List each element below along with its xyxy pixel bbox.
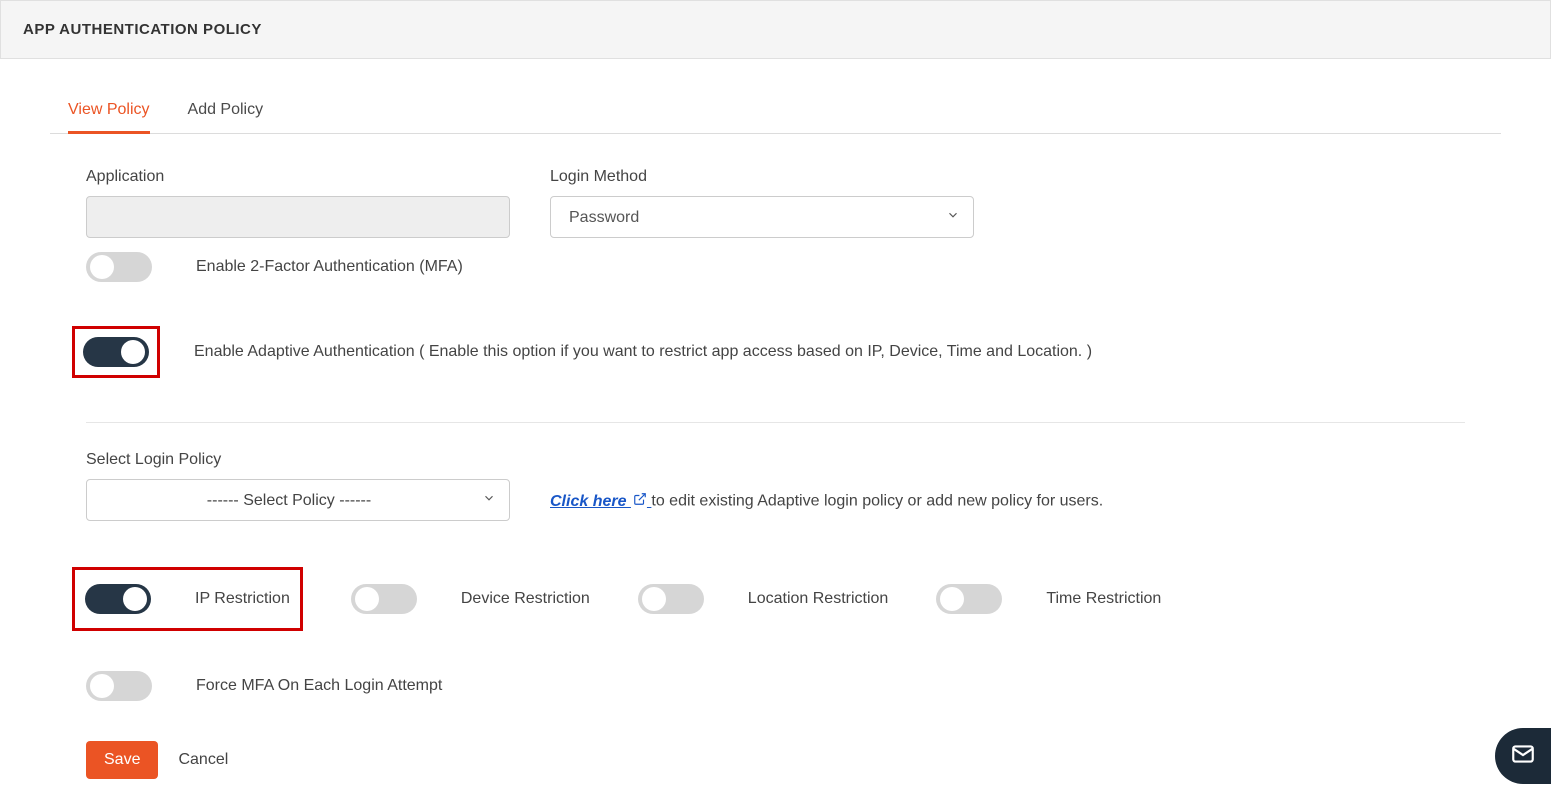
save-button[interactable]: Save [86, 741, 158, 779]
login-method-label: Login Method [550, 168, 974, 186]
login-policy-hint-text: to edit existing Adaptive login policy o… [651, 493, 1103, 510]
login-policy-select[interactable]: ------ Select Policy ------ [86, 479, 510, 521]
location-restriction-toggle[interactable] [638, 584, 704, 614]
login-method-field: Login Method Password [550, 168, 974, 238]
mfa-toggle-label: Enable 2-Factor Authentication (MFA) [196, 258, 463, 276]
mail-icon [1510, 741, 1536, 771]
main-content: View Policy Add Policy Application Login… [0, 59, 1551, 809]
login-policy-label: Select Login Policy [86, 451, 510, 469]
device-restriction-item: Device Restriction [351, 584, 590, 614]
adaptive-toggle-highlight [72, 326, 160, 378]
application-input[interactable] [86, 196, 510, 238]
adaptive-auth-label: Enable Adaptive Authentication ( Enable … [194, 343, 1092, 361]
external-link-icon [633, 492, 647, 511]
mfa-toggle-row: Enable 2-Factor Authentication (MFA) [50, 252, 1501, 282]
mfa-toggle[interactable] [86, 252, 152, 282]
restrictions-row: IP Restriction Device Restriction Locati… [50, 567, 1501, 631]
force-mfa-label: Force MFA On Each Login Attempt [196, 677, 442, 695]
actions-row: Save Cancel [50, 741, 1501, 779]
tab-view-policy[interactable]: View Policy [68, 89, 150, 133]
force-mfa-toggle[interactable] [86, 671, 152, 701]
section-divider [86, 422, 1465, 423]
time-restriction-item: Time Restriction [936, 584, 1161, 614]
page-header: APP AUTHENTICATION POLICY [0, 0, 1551, 59]
device-restriction-toggle[interactable] [351, 584, 417, 614]
login-policy-hint: Click here to edit existing Adaptive log… [550, 492, 1103, 521]
login-method-select[interactable]: Password [550, 196, 974, 238]
time-restriction-label: Time Restriction [1046, 590, 1161, 608]
location-restriction-item: Location Restriction [638, 584, 889, 614]
application-field: Application [86, 168, 510, 238]
ip-restriction-toggle[interactable] [85, 584, 151, 614]
adaptive-auth-row: Enable Adaptive Authentication ( Enable … [50, 326, 1501, 378]
login-policy-row: Select Login Policy ------ Select Policy… [50, 451, 1501, 521]
device-restriction-label: Device Restriction [461, 590, 590, 608]
force-mfa-row: Force MFA On Each Login Attempt [50, 671, 1501, 701]
application-label: Application [86, 168, 510, 186]
click-here-link[interactable]: Click here [550, 493, 651, 510]
click-here-text: Click here [550, 493, 626, 510]
adaptive-auth-toggle[interactable] [83, 337, 149, 367]
location-restriction-label: Location Restriction [748, 590, 889, 608]
ip-restriction-label: IP Restriction [195, 590, 290, 608]
ip-restriction-highlight: IP Restriction [72, 567, 303, 631]
cancel-button[interactable]: Cancel [178, 751, 228, 769]
login-policy-field: Select Login Policy ------ Select Policy… [86, 451, 510, 521]
tabs: View Policy Add Policy [50, 89, 1501, 134]
time-restriction-toggle[interactable] [936, 584, 1002, 614]
tab-add-policy[interactable]: Add Policy [188, 89, 264, 133]
chat-widget-button[interactable] [1495, 728, 1551, 784]
page-title: APP AUTHENTICATION POLICY [23, 21, 262, 38]
